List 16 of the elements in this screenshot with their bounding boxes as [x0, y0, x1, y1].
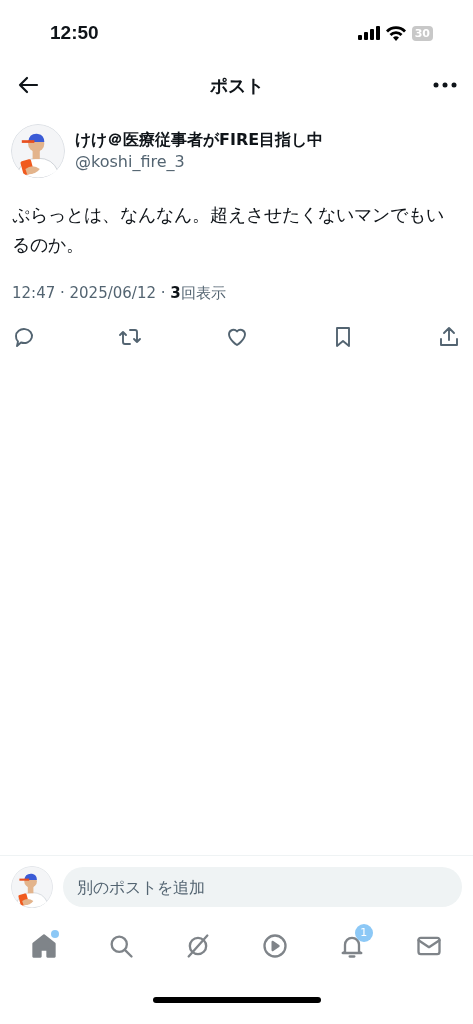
more-icon[interactable] — [433, 82, 457, 88]
post-meta: 12:47 · 2025/06/12 · 3回表示 — [11, 283, 227, 304]
notification-badge: 1 — [354, 924, 373, 942]
page-title: ポスト — [209, 73, 264, 98]
home-icon[interactable] — [30, 932, 59, 960]
share-icon[interactable] — [437, 324, 461, 349]
status-time: 12:50 — [50, 20, 99, 45]
post-text: ぷらっとは、なんなん。超えさせたくないマンでもいるのか。 — [11, 203, 445, 257]
reply-input-field[interactable]: 別のポストを追加 — [63, 867, 462, 907]
avatar-icon[interactable] — [11, 124, 65, 178]
signal-icon — [357, 26, 380, 40]
wifi-icon — [385, 25, 406, 41]
author-handle[interactable]: @koshi_fire_3 — [75, 151, 324, 173]
avatar-icon[interactable] — [11, 866, 53, 908]
play-icon[interactable] — [260, 932, 289, 960]
author-name[interactable]: けけ＠医療従事者がFIRE目指し中 — [75, 129, 324, 151]
